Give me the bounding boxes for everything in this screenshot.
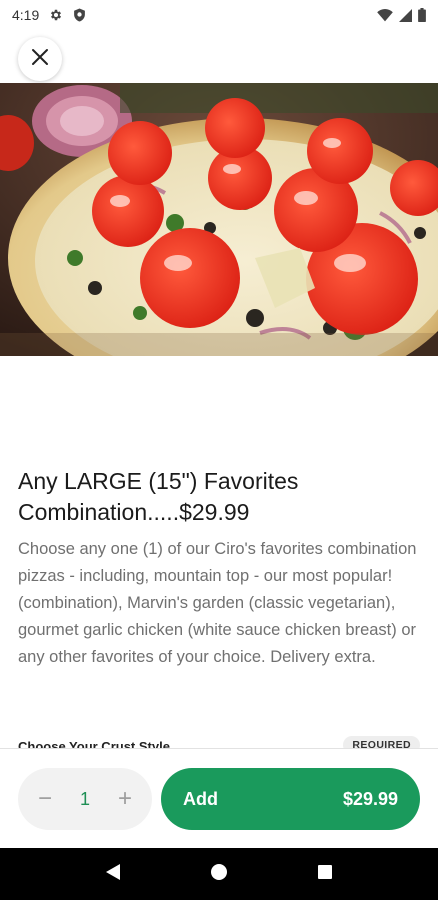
decrement-button[interactable]: −	[32, 785, 58, 812]
add-button-price: $29.99	[342, 788, 398, 809]
item-title: Any LARGE (15") Favorites Combination...…	[18, 468, 299, 525]
shield-icon	[73, 8, 86, 22]
quantity-value: 1	[79, 788, 90, 809]
increment-button[interactable]: +	[112, 785, 138, 812]
battery-icon	[418, 8, 426, 22]
required-badge: REQUIRED	[343, 736, 420, 748]
system-nav-bar	[0, 848, 438, 900]
option-group-header: Choose Your Crust Style REQUIRED	[18, 736, 420, 748]
action-bar: − 1 + Add $29.99	[0, 748, 438, 848]
add-to-cart-button[interactable]: Add $29.99	[161, 768, 420, 830]
wifi-icon	[377, 8, 393, 22]
add-button-label: Add	[183, 788, 218, 809]
settings-icon	[49, 8, 63, 22]
signal-icon	[399, 8, 412, 22]
close-button[interactable]	[18, 37, 62, 81]
recents-button[interactable]	[310, 859, 340, 889]
item-details: Any LARGE (15") Favorites Combination...…	[0, 356, 438, 748]
status-bar: 4:19	[0, 0, 438, 30]
recents-square-icon	[317, 864, 333, 885]
item-image	[0, 83, 438, 356]
back-button[interactable]	[98, 859, 128, 889]
home-button[interactable]	[204, 859, 234, 889]
quantity-stepper: − 1 +	[18, 768, 152, 830]
option-group-label: Choose Your Crust Style	[18, 739, 170, 748]
close-icon	[31, 48, 49, 71]
status-time: 4:19	[12, 7, 40, 23]
modal-header	[0, 30, 438, 83]
back-triangle-icon	[105, 863, 121, 886]
home-circle-icon	[210, 863, 228, 886]
item-description: Choose any one (1) of our Ciro's favorit…	[18, 540, 417, 666]
